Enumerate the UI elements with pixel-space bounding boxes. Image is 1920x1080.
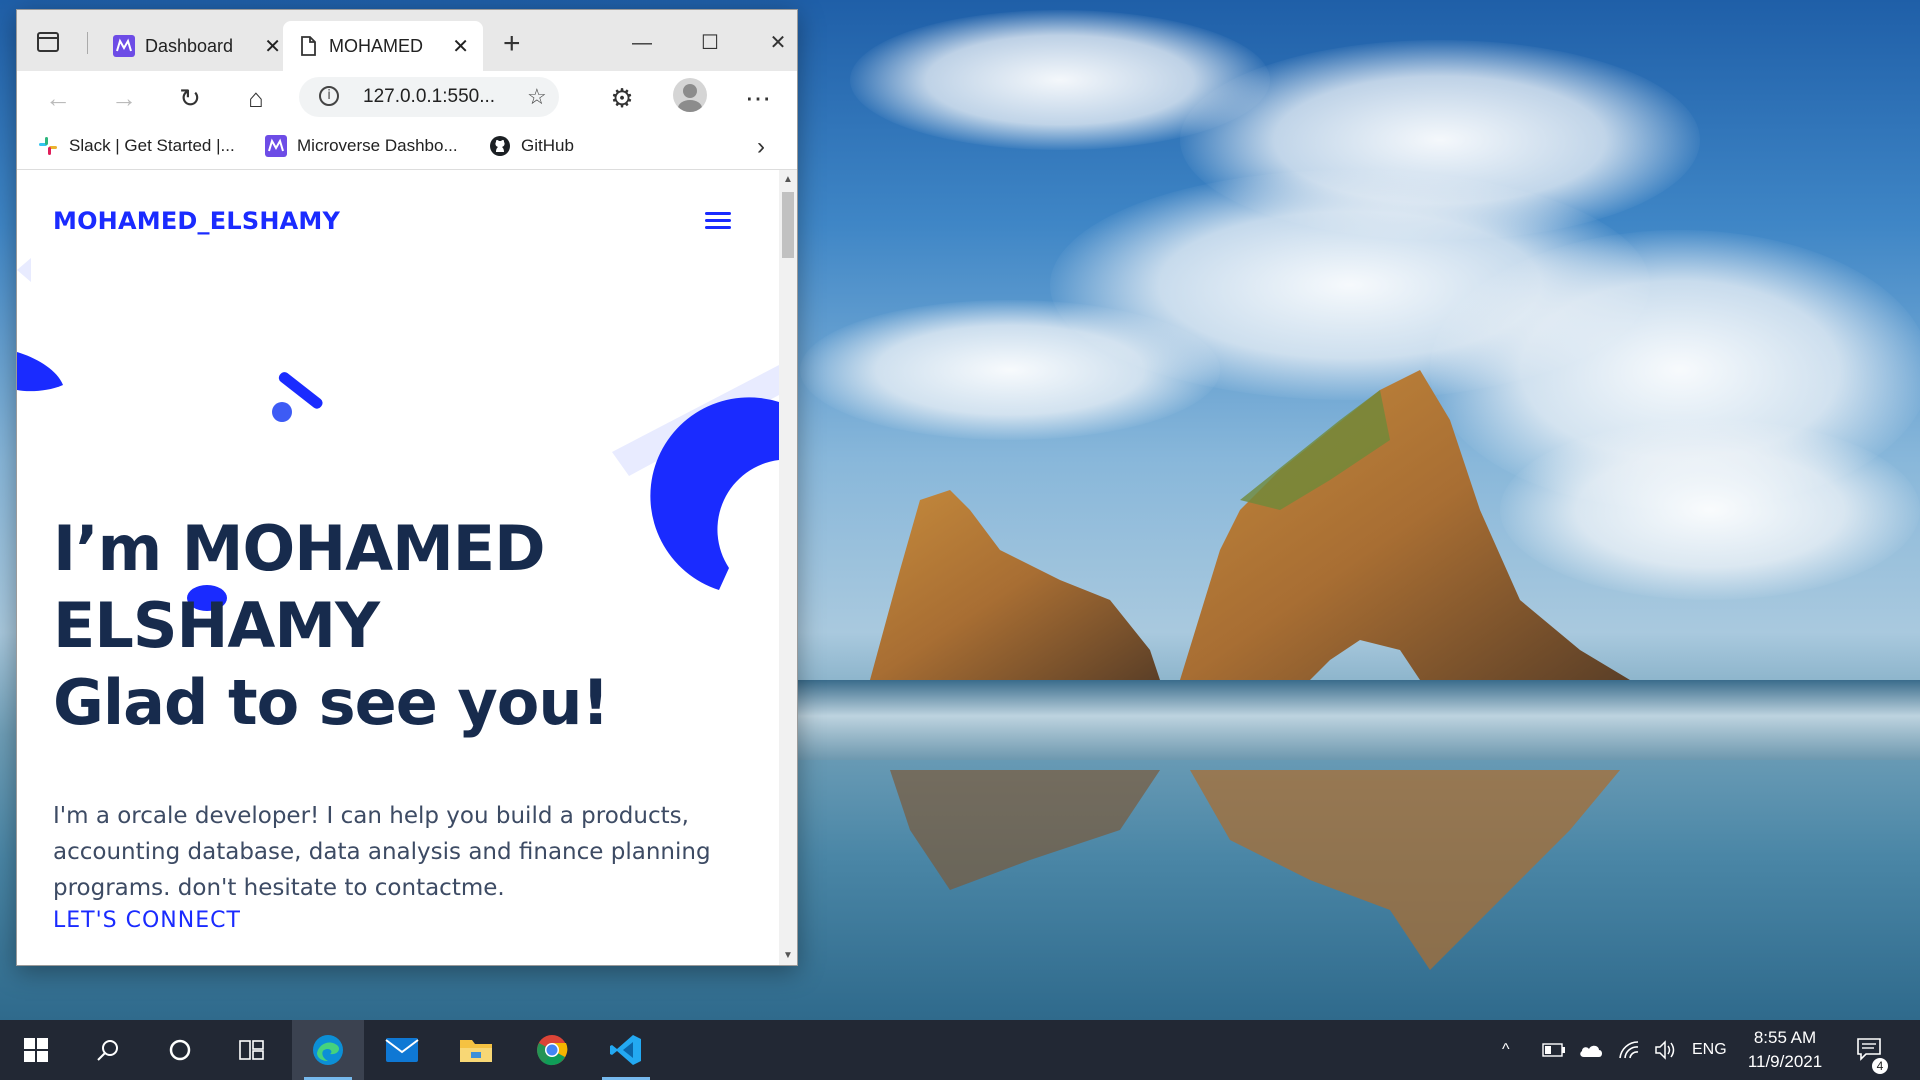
rock-reflection	[890, 770, 1620, 970]
battery-icon-shape	[1542, 1043, 1565, 1057]
start-button[interactable]	[0, 1020, 72, 1080]
hero-line: I’m MOHAMED	[53, 512, 546, 585]
extensions-icon[interactable]: ⚙	[605, 83, 639, 113]
back-icon[interactable]: ←	[41, 83, 75, 113]
favorite-label: Microverse Dashbo...	[297, 136, 458, 155]
favorite-microverse[interactable]: Microverse Dashbo...	[265, 135, 458, 157]
favorite-label: GitHub	[521, 136, 574, 155]
scrollbar-thumb[interactable]	[782, 192, 794, 258]
microverse-icon	[265, 135, 287, 157]
edge-icon	[313, 1035, 343, 1065]
onedrive-icon[interactable]	[1578, 1020, 1604, 1080]
cortana-icon	[169, 1039, 191, 1061]
volume-icon[interactable]	[1654, 1020, 1678, 1080]
taskbar-app-file-explorer[interactable]	[440, 1020, 512, 1080]
favorite-slack[interactable]: Slack | Get Started |...	[37, 135, 235, 157]
close-window-icon[interactable]: ✕	[753, 28, 797, 58]
file-explorer-icon	[460, 1040, 492, 1062]
tab-label: MOHAMED	[329, 35, 423, 56]
tab-bar: Dashboard ✕ MOHAMED ✕ + — ☐ ✕	[17, 10, 797, 71]
home-icon[interactable]: ⌂	[239, 83, 273, 113]
add-favorite-icon[interactable]: ☆	[527, 84, 547, 110]
scroll-down-icon[interactable]: ▼	[783, 950, 793, 961]
minimize-icon[interactable]: —	[617, 28, 667, 58]
maximize-icon[interactable]: ☐	[685, 28, 735, 58]
scroll-up-icon[interactable]: ▲	[783, 174, 793, 185]
tab-mohamed[interactable]: MOHAMED ✕	[283, 21, 483, 71]
rock-formations	[870, 370, 1630, 680]
favorite-github[interactable]: GitHub	[489, 135, 574, 157]
wifi-icon-shape	[1619, 1041, 1639, 1059]
more-menu-icon[interactable]: ⋯	[741, 83, 775, 113]
cortana-button[interactable]	[144, 1020, 216, 1080]
intro-paragraph: I'm a orcale developer! I can help you b…	[53, 803, 711, 901]
avatar[interactable]	[673, 78, 707, 112]
notification-center[interactable]: 4	[1856, 1020, 1888, 1080]
search-button[interactable]	[72, 1020, 144, 1080]
task-view-button[interactable]	[216, 1020, 288, 1080]
taskbar-app-chrome[interactable]	[516, 1020, 588, 1080]
clock-date: 11/9/2021	[1747, 1052, 1823, 1071]
favorite-label: Slack | Get Started |...	[69, 136, 235, 155]
taskbar-app-edge[interactable]	[292, 1020, 364, 1080]
battery-icon[interactable]	[1542, 1020, 1566, 1080]
vscode-icon	[610, 1035, 641, 1065]
browser-window: Dashboard ✕ MOHAMED ✕ + — ☐ ✕ ← → ↻ ⌂ i …	[16, 9, 798, 966]
divider	[87, 32, 88, 54]
slack-icon	[39, 137, 57, 155]
chrome-icon	[537, 1035, 568, 1066]
hero-line: Glad to see you!	[53, 666, 610, 739]
new-tab-icon[interactable]: +	[503, 29, 521, 59]
show-hidden-icons[interactable]: ^	[1502, 1020, 1510, 1080]
system-clock[interactable]: 8:55 AM 11/9/2021	[1730, 1026, 1840, 1074]
refresh-icon[interactable]: ↻	[173, 83, 207, 113]
site-info-icon[interactable]: i	[319, 86, 339, 106]
speaker-icon	[1655, 1040, 1675, 1060]
address-bar[interactable]: i 127.0.0.1:550... ☆	[299, 77, 559, 117]
taskbar-app-mail[interactable]	[366, 1020, 438, 1080]
wifi-icon[interactable]	[1618, 1020, 1640, 1080]
lets-connect-link[interactable]: LET'S CONNECT	[53, 908, 241, 933]
tab-dashboard[interactable]: Dashboard ✕	[99, 21, 295, 71]
scrollbar[interactable]: ▲ ▼	[779, 170, 797, 965]
close-tab-icon[interactable]: ✕	[452, 34, 469, 59]
taskbar: ^ ENG 8:55 AM 11/9/2021 4	[0, 1020, 1920, 1080]
clock-time: 8:55 AM	[1753, 1028, 1817, 1047]
cloud-icon	[1580, 1045, 1602, 1057]
address-text[interactable]: 127.0.0.1:550...	[363, 86, 495, 108]
tab-actions-icon[interactable]	[37, 32, 59, 52]
taskbar-app-vscode[interactable]	[590, 1020, 662, 1080]
navigation-bar: ← → ↻ ⌂ i 127.0.0.1:550... ☆ ⚙ ⋯	[17, 71, 797, 125]
web-page: MOHAMED_ELSHAMY I’m MOHAMED ELSHAMY Glad…	[17, 170, 779, 965]
tab-label: Dashboard	[145, 35, 234, 56]
favorites-bar: Slack | Get Started |... Microverse Dash…	[17, 125, 797, 170]
page-icon	[301, 36, 316, 56]
microverse-icon	[113, 35, 135, 57]
chevron-right-icon[interactable]: ›	[757, 133, 765, 161]
close-tab-icon[interactable]: ✕	[264, 34, 281, 59]
task-view-icon	[239, 1040, 264, 1060]
windows-icon	[24, 1038, 48, 1062]
notification-count-badge: 4	[1872, 1058, 1888, 1074]
mail-icon	[385, 1038, 419, 1062]
forward-icon[interactable]: →	[107, 83, 141, 113]
search-icon	[97, 1040, 118, 1061]
hero-line: ELSHAMY	[53, 589, 380, 662]
input-language[interactable]: ENG	[1692, 1020, 1727, 1080]
github-icon	[490, 136, 510, 156]
hero-heading: I’m MOHAMED ELSHAMY Glad to see you!	[53, 510, 753, 741]
